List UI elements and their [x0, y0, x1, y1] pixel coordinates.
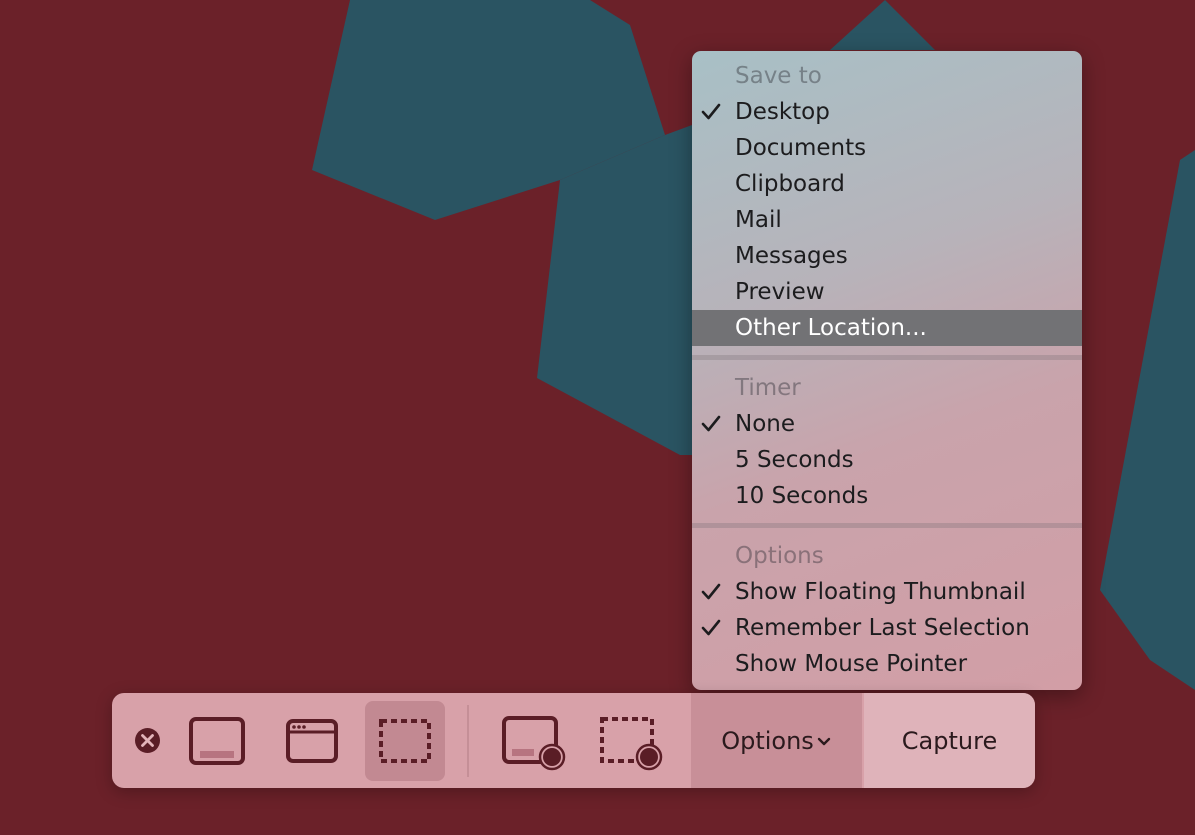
- menu-item-label: 10 Seconds: [735, 483, 869, 509]
- menu-item-label: Clipboard: [735, 171, 845, 197]
- menu-item-show-mouse-pointer[interactable]: Show Mouse Pointer: [692, 646, 1082, 682]
- record-entire-screen-button[interactable]: [497, 711, 572, 773]
- menu-item-documents[interactable]: Documents: [692, 130, 1082, 166]
- menu-item-timer-none[interactable]: None: [692, 406, 1082, 442]
- options-dropdown-menu: Save to Desktop Documents Clipboard Mail…: [692, 51, 1082, 690]
- menu-header-options: Options: [735, 543, 824, 569]
- menu-item-other-location[interactable]: Other Location...: [692, 310, 1082, 346]
- checkmark-icon: [700, 610, 722, 646]
- capture-entire-screen-button[interactable]: [182, 713, 252, 769]
- capture-window-button[interactable]: [277, 713, 347, 769]
- menu-item-label: Mail: [735, 207, 782, 233]
- menu-item-desktop[interactable]: Desktop: [692, 94, 1082, 130]
- menu-item-mail[interactable]: Mail: [692, 202, 1082, 238]
- checkmark-icon: [700, 574, 722, 610]
- menu-item-label: None: [735, 411, 796, 437]
- record-selection-icon: [599, 717, 662, 771]
- menu-item-label: Preview: [735, 279, 825, 305]
- menu-item-timer-10-seconds[interactable]: 10 Seconds: [692, 478, 1082, 514]
- menu-item-label: Other Location...: [735, 315, 927, 341]
- menu-item-messages[interactable]: Messages: [692, 238, 1082, 274]
- capture-window-icon: [286, 719, 338, 763]
- capture-selection-button[interactable]: [365, 701, 445, 781]
- menu-separator: [692, 523, 1082, 528]
- menu-separator: [692, 355, 1082, 360]
- menu-item-clipboard[interactable]: Clipboard: [692, 166, 1082, 202]
- menu-item-label: 5 Seconds: [735, 447, 854, 473]
- menu-item-label: Documents: [735, 135, 867, 161]
- menu-item-label: Show Floating Thumbnail: [735, 579, 1026, 605]
- options-button[interactable]: Options: [691, 693, 862, 788]
- menu-item-show-floating-thumbnail[interactable]: Show Floating Thumbnail: [692, 574, 1082, 610]
- menu-item-label: Messages: [735, 243, 848, 269]
- menu-header-save-to: Save to: [735, 63, 822, 89]
- checkmark-icon: [700, 406, 722, 442]
- record-selection-button[interactable]: [594, 711, 669, 773]
- capture-button[interactable]: Capture: [864, 693, 1035, 788]
- menu-item-timer-5-seconds[interactable]: 5 Seconds: [692, 442, 1082, 478]
- capture-entire-screen-icon: [189, 717, 245, 765]
- chevron-down-icon: [817, 737, 830, 745]
- options-button-label: Options: [721, 726, 814, 755]
- toolbar-divider: [467, 705, 469, 777]
- menu-item-label: Remember Last Selection: [735, 615, 1030, 641]
- menu-item-label: Desktop: [735, 99, 830, 125]
- menu-item-remember-last-selection[interactable]: Remember Last Selection: [692, 610, 1082, 646]
- screenshot-toolbar: Options Capture: [112, 693, 1035, 788]
- close-button[interactable]: [134, 727, 161, 754]
- menu-item-label: Show Mouse Pointer: [735, 651, 968, 677]
- menu-item-preview[interactable]: Preview: [692, 274, 1082, 310]
- capture-selection-icon: [379, 719, 431, 763]
- close-icon: [135, 728, 160, 753]
- record-entire-screen-icon: [501, 716, 565, 771]
- capture-button-label: Capture: [901, 726, 998, 755]
- menu-header-timer: Timer: [735, 375, 801, 401]
- checkmark-icon: [700, 94, 722, 130]
